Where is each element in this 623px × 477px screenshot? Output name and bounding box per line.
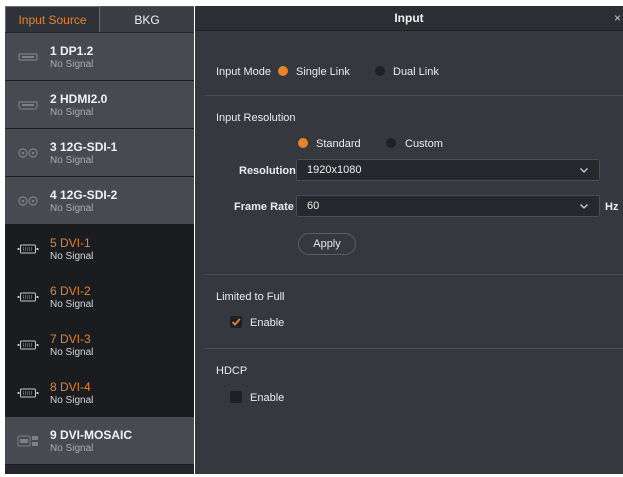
source-name: 8 DVI-4 [50,380,91,394]
hdcp-enable-label[interactable]: Enable [250,392,284,404]
source-item-dvi-4[interactable]: 8 DVI-4 No Signal [5,369,194,417]
dvi-port-icon [17,340,39,350]
resolution-value: 1920x1080 [307,164,362,176]
tab-input-source[interactable]: Input Source [5,6,100,32]
limited-to-full-heading: Limited to Full [216,291,285,303]
input-settings-panel: Input × Input Mode Single Link Dual Link… [195,6,623,474]
tab-bkg[interactable]: BKG [100,6,194,32]
custom-label[interactable]: Custom [405,138,443,150]
source-item-12g-sdi-2[interactable]: 4 12G-SDI-2 No Signal [5,177,194,225]
resolution-label: Resolution [239,165,296,177]
frame-rate-label: Frame Rate [234,201,294,213]
source-tabs: Input Source BKG [5,6,194,32]
radio-custom[interactable] [386,138,396,148]
source-signal: No Signal [50,203,94,214]
radio-single-link[interactable] [278,66,288,76]
checkmark-icon [231,318,241,326]
source-signal: No Signal [50,155,94,166]
dvi-port-icon [17,244,39,254]
input-settings-window: Input Source BKG 1 DP1.2 No Signal 2 HDM… [0,0,623,477]
single-link-label[interactable]: Single Link [296,66,350,78]
panel-title: Input [394,11,424,25]
panel-title-bar: Input × [195,6,623,31]
source-name: 5 DVI-1 [50,236,91,250]
frame-rate-value: 60 [307,200,320,212]
source-item-dvi-mosaic[interactable]: 9 DVI-MOSAIC No Signal [5,417,194,465]
chevron-down-icon [580,204,588,209]
limited-to-full-checkbox[interactable] [230,316,242,328]
source-item-dvi-1[interactable]: 5 DVI-1 No Signal [5,225,194,273]
frame-rate-unit: Hz [605,201,619,213]
dual-link-label[interactable]: Dual Link [393,66,439,78]
source-signal: No Signal [50,251,94,262]
sdi-port-icon [18,148,38,158]
input-resolution-heading: Input Resolution [216,112,296,124]
source-name: 6 DVI-2 [50,284,91,298]
apply-button[interactable]: Apply [298,233,356,255]
section-divider [205,274,623,275]
source-name: 9 DVI-MOSAIC [50,428,133,442]
source-name: 7 DVI-3 [50,332,91,346]
source-signal: No Signal [50,347,94,358]
dp-port-icon [18,53,38,61]
hdcp-checkbox[interactable] [230,391,242,403]
source-name: 3 12G-SDI-1 [50,140,118,154]
dvi-port-icon [17,388,39,398]
radio-dual-link[interactable] [375,66,385,76]
dvi-mosaic-icon [17,435,38,447]
sdi-port-icon [18,196,38,206]
source-signal: No Signal [50,59,94,70]
hdmi-port-icon [18,101,38,110]
source-list: 1 DP1.2 No Signal 2 HDMI2.0 No Signal 3 … [5,33,194,465]
chevron-down-icon [580,168,588,173]
section-divider [205,348,623,349]
source-signal: No Signal [50,107,94,118]
section-divider [205,95,623,96]
source-item-dvi-2[interactable]: 6 DVI-2 No Signal [5,273,194,321]
standard-label[interactable]: Standard [316,138,361,150]
hdcp-heading: HDCP [216,365,248,377]
frame-rate-select[interactable]: 60 [296,195,600,217]
source-item-dvi-3[interactable]: 7 DVI-3 No Signal [5,321,194,369]
source-name: 1 DP1.2 [50,44,94,58]
input-mode-label: Input Mode [216,66,272,78]
source-name: 2 HDMI2.0 [50,92,108,106]
dvi-port-icon [17,292,39,302]
limited-to-full-enable-label[interactable]: Enable [250,317,284,329]
source-item-dp1-2[interactable]: 1 DP1.2 No Signal [5,33,194,81]
input-source-panel: Input Source BKG 1 DP1.2 No Signal 2 HDM… [5,6,194,474]
source-item-hdmi2-0[interactable]: 2 HDMI2.0 No Signal [5,81,194,129]
radio-standard[interactable] [298,138,308,148]
source-signal: No Signal [50,299,94,310]
source-signal: No Signal [50,395,94,406]
close-icon[interactable]: × [614,11,621,25]
source-item-12g-sdi-1[interactable]: 3 12G-SDI-1 No Signal [5,129,194,177]
source-signal: No Signal [50,443,94,454]
resolution-select[interactable]: 1920x1080 [296,159,600,181]
source-name: 4 12G-SDI-2 [50,188,118,202]
